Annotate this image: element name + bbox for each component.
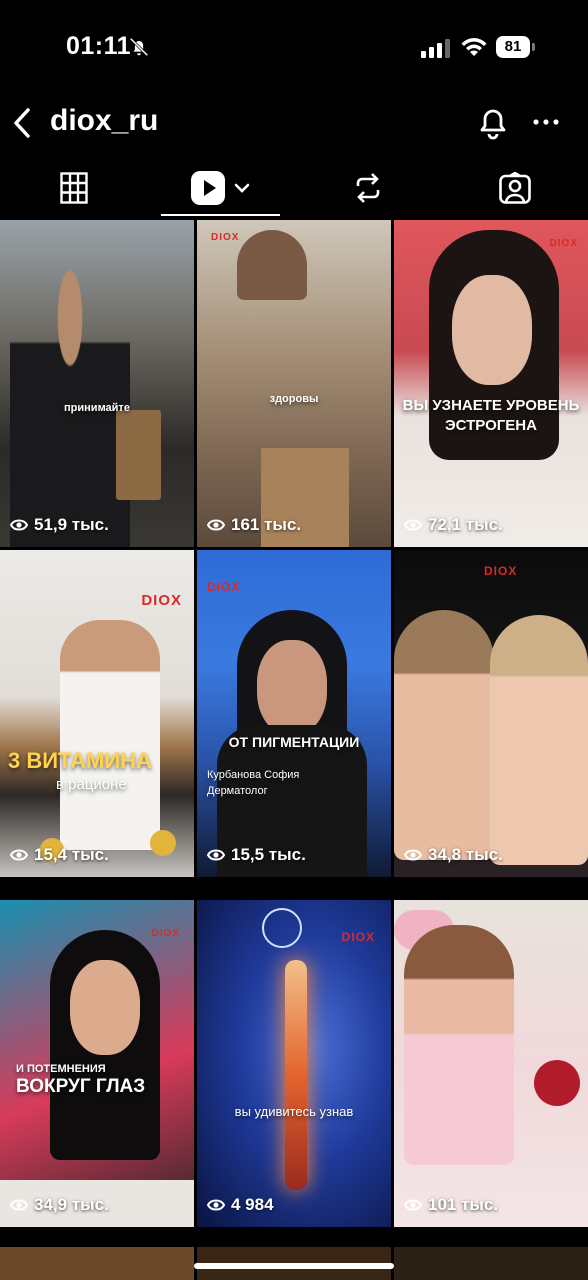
reel-thumbnail[interactable]: DIOX ОТ ПИГМЕНТАЦИИ Курбанова София Дерм… (197, 550, 391, 877)
reel-thumbnail[interactable]: DIOX ВЫ УЗНАЕТЕ УРОВЕНЬ ЭСТРОГЕНА 72,1 т… (394, 220, 588, 547)
reel-thumbnail[interactable]: DIOX здоровы 161 тыс. (197, 220, 391, 547)
reel-thumbnail[interactable]: 101 тыс. (394, 900, 588, 1227)
reel-subtitle: Курбанова София (207, 769, 300, 781)
brand-logo: DIOX (151, 928, 180, 939)
thumbnail-image (394, 610, 494, 860)
profile-header: diox_ru (0, 92, 588, 158)
view-count-text: 4 984 (231, 1195, 274, 1214)
eye-icon (10, 519, 28, 531)
tagged-person-icon (498, 172, 531, 204)
eye-icon (10, 849, 28, 861)
battery-level: 81 (496, 36, 530, 58)
status-time: 01:11 (66, 32, 132, 60)
brand-logo: DIOX (141, 592, 182, 609)
wifi-icon (461, 38, 487, 56)
view-count: 72,1 тыс. (404, 515, 503, 535)
more-options-icon[interactable] (532, 116, 560, 128)
tab-grid[interactable] (0, 160, 147, 216)
brand-logo: DIOX (341, 930, 375, 944)
bell-off-icon (129, 37, 149, 57)
thumbnail-image (150, 830, 176, 856)
reel-thumbnail[interactable]: DIOX 34,8 тыс. (394, 550, 588, 877)
reel-thumbnail-partial[interactable] (394, 1247, 588, 1280)
view-count: 161 тыс. (207, 515, 301, 535)
view-count-text: 15,4 тыс. (34, 845, 109, 864)
notification-bell-icon[interactable] (476, 104, 510, 140)
status-bar: 01:11 81 (0, 0, 588, 92)
chevron-down-icon (234, 183, 249, 193)
eye-icon (404, 519, 422, 531)
view-count-text: 51,9 тыс. (34, 515, 109, 534)
reel-thumbnail[interactable]: DIOX вы удивитесь узнав 4 984 (197, 900, 391, 1227)
repost-icon (356, 173, 379, 203)
tab-reposts[interactable] (294, 160, 441, 216)
brand-logo: DIOX (207, 580, 241, 594)
reel-caption: ВОКРУГ ГЛАЗ (16, 1076, 146, 1097)
eye-icon (10, 1199, 28, 1211)
eye-icon (404, 1199, 422, 1211)
brand-logo: DIOX (211, 232, 240, 243)
view-count: 15,4 тыс. (10, 845, 109, 865)
thumbnail-image (490, 615, 588, 865)
view-count: 4 984 (207, 1195, 274, 1215)
view-count: 15,5 тыс. (207, 845, 306, 865)
thumbnail-image (452, 275, 532, 385)
eye-icon (207, 1199, 225, 1211)
thumbnail-image (237, 230, 307, 300)
cellular-signal-icon (421, 39, 450, 58)
thumbnail-image (534, 1060, 580, 1106)
thumbnail-image (116, 410, 161, 500)
back-chevron-icon[interactable] (10, 106, 34, 140)
battery-tip (532, 43, 535, 51)
view-count: 34,9 тыс. (10, 1195, 109, 1215)
reel-caption: ВЫ УЗНАЕТЕ УРОВЕНЬ ЭСТРОГЕНА (402, 397, 580, 434)
reel-caption: ОТ ПИГМЕНТАЦИИ (228, 734, 360, 750)
view-count: 34,8 тыс. (404, 845, 503, 865)
reel-caption-sub: в рационе (56, 776, 127, 793)
reels-grid: принимайте 51,9 тыс. DIOX здоровы 161 ты… (0, 220, 588, 1280)
reel-thumbnail-partial[interactable] (0, 1247, 194, 1280)
view-count-text: 161 тыс. (231, 515, 302, 534)
view-count: 51,9 тыс. (10, 515, 109, 535)
view-count-text: 15,5 тыс. (231, 845, 306, 864)
reel-thumbnail[interactable]: DIOX 3 ВИТАМИНА в рационе 15,4 тыс. (0, 550, 194, 877)
reel-caption: И ПОТЕМНЕНИЯ (16, 1063, 106, 1075)
reel-caption: здоровы (269, 393, 319, 405)
thumbnail-image (262, 908, 302, 948)
tab-tagged[interactable] (441, 160, 588, 216)
tab-reels[interactable] (147, 160, 294, 216)
reel-caption: принимайте (64, 402, 130, 414)
reel-subtitle: Дерматолог (207, 785, 268, 797)
view-count-text: 101 тыс. (428, 1195, 499, 1214)
eye-icon (207, 519, 225, 531)
reels-play-icon (190, 171, 225, 205)
view-count-text: 34,9 тыс. (34, 1195, 109, 1214)
reel-caption: 3 ВИТАМИНА (8, 748, 152, 773)
home-indicator[interactable] (194, 1263, 394, 1269)
eye-icon (207, 849, 225, 861)
brand-logo: DIOX (549, 238, 578, 249)
grid-icon (59, 172, 88, 204)
reel-caption: вы удивитесь узнав (234, 1104, 354, 1119)
view-count: 101 тыс. (404, 1195, 498, 1215)
brand-logo: DIOX (484, 564, 518, 578)
thumbnail-image (404, 925, 514, 1165)
battery-indicator: 81 (496, 36, 536, 58)
reel-thumbnail[interactable]: DIOX И ПОТЕМНЕНИЯ ВОКРУГ ГЛАЗ 34,9 тыс. (0, 900, 194, 1227)
view-count-text: 72,1 тыс. (428, 515, 503, 534)
thumbnail-image (60, 620, 160, 850)
view-count-text: 34,8 тыс. (428, 845, 503, 864)
reel-thumbnail[interactable]: принимайте 51,9 тыс. (0, 220, 194, 547)
thumbnail-image (70, 960, 140, 1055)
eye-icon (404, 849, 422, 861)
profile-tabs (0, 160, 588, 218)
spine-image (285, 960, 307, 1190)
thumbnail-image (257, 640, 327, 735)
profile-username: diox_ru (50, 104, 159, 137)
